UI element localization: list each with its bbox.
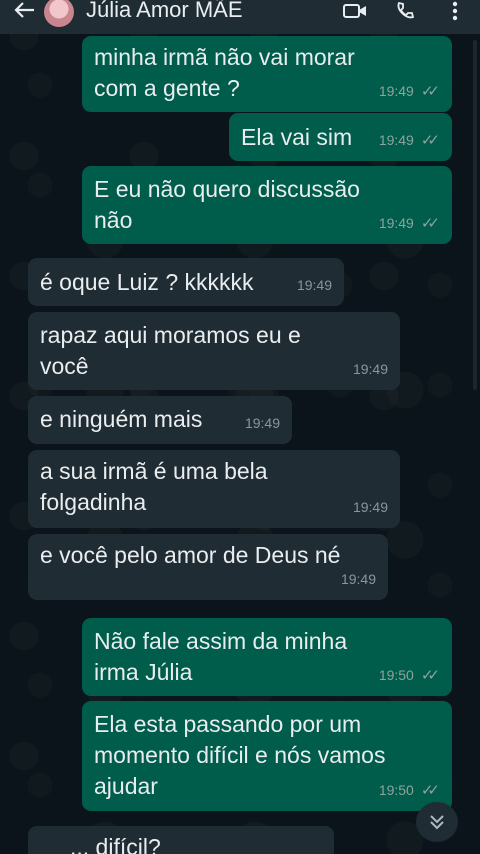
- message-time: 19:49: [352, 499, 388, 515]
- message-bubble-incoming[interactable]: a sua irmã é uma bela folgadinha 19:49: [28, 450, 400, 528]
- double-check-icon: ✓✓: [420, 215, 440, 232]
- message-bubble-incoming[interactable]: ... difícil?: [28, 826, 334, 854]
- message-text: é oque Luiz ? kkkkkk: [40, 269, 254, 295]
- contact-name[interactable]: Júlia Amor MÃE: [86, 0, 330, 23]
- message-text: a sua irmã é uma bela folgadinha: [40, 458, 268, 515]
- message-bubble-incoming[interactable]: rapaz aqui moramos eu e você 19:49: [28, 312, 400, 390]
- message-meta: 19:49 ✓✓: [379, 208, 440, 239]
- message-time: 19:49: [378, 215, 414, 231]
- message-time: 19:50: [378, 667, 414, 683]
- menu-button[interactable]: [430, 0, 480, 34]
- more-vertical-icon: [452, 1, 458, 21]
- message-time: 19:49: [352, 361, 388, 377]
- message-time: 19:49: [296, 277, 332, 293]
- message-text: ... difícil?: [70, 834, 161, 854]
- message-text: rapaz aqui moramos eu e você: [40, 322, 301, 379]
- scroll-to-bottom-button[interactable]: [416, 802, 458, 842]
- message-meta: 19:49: [245, 408, 280, 439]
- message-bubble-outgoing[interactable]: Ela vai sim 19:49 ✓✓: [229, 113, 452, 161]
- message-text: e você pelo amor de Deus né: [40, 542, 341, 568]
- message-bubble-incoming[interactable]: e você pelo amor de Deus né 19:49: [28, 534, 388, 600]
- message-meta: 19:49 ✓✓: [379, 76, 440, 107]
- message-bubble-outgoing[interactable]: Ela esta passando por um momento difícil…: [82, 701, 452, 811]
- video-call-button[interactable]: [330, 0, 380, 34]
- arrow-left-icon: [14, 2, 34, 18]
- message-bubble-outgoing[interactable]: Não fale assim da minha irma Júlia 19:50…: [82, 618, 452, 696]
- message-bubble-incoming[interactable]: é oque Luiz ? kkkkkk 19:49: [28, 258, 344, 306]
- message-meta: 19:49: [353, 354, 388, 385]
- message-meta: 19:49: [297, 270, 332, 301]
- message-bubble-outgoing[interactable]: minha irmã não vai morar com a gente ? 1…: [82, 36, 452, 112]
- phone-icon: [397, 1, 415, 19]
- message-time: 19:49: [378, 132, 414, 148]
- message-meta: 19:50 ✓✓: [379, 660, 440, 691]
- chat-header: Júlia Amor MÃE: [0, 0, 480, 34]
- message-time: 19:50: [378, 782, 414, 798]
- message-time: 19:49: [378, 83, 414, 99]
- back-button[interactable]: [4, 0, 44, 34]
- message-meta: 19:49: [341, 564, 376, 595]
- avatar[interactable]: [44, 0, 74, 27]
- scrollbar[interactable]: [473, 40, 477, 390]
- message-meta: 19:49 ✓✓: [379, 125, 440, 156]
- double-check-icon: ✓✓: [420, 132, 440, 149]
- message-time: 19:49: [244, 415, 280, 431]
- video-call-icon: [343, 4, 366, 18]
- message-bubble-outgoing[interactable]: E eu não quero discussão não 19:49 ✓✓: [82, 166, 452, 244]
- message-time: 19:49: [340, 571, 376, 587]
- double-check-icon: ✓✓: [420, 83, 440, 100]
- double-chevron-down-icon: [430, 815, 444, 830]
- voice-call-button[interactable]: [380, 0, 430, 34]
- chat-screen: minha irmã não vai morar com a gente ? 1…: [0, 0, 480, 854]
- message-meta: 19:50 ✓✓: [379, 775, 440, 806]
- double-check-icon: ✓✓: [420, 667, 440, 684]
- message-meta: 19:49: [353, 492, 388, 523]
- message-bubble-incoming[interactable]: e ninguém mais 19:49: [28, 396, 292, 444]
